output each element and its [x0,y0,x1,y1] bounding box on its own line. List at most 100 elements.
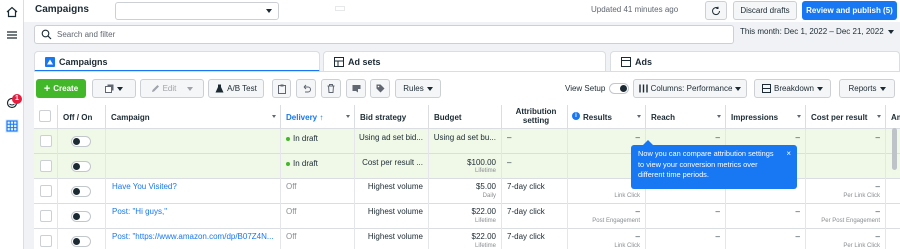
tooltip-text: Now you can compare attribution settings… [638,149,774,179]
sort-caret-icon [717,115,721,118]
header-amount-spent[interactable]: Am [886,105,900,129]
chevron-down-icon [887,29,894,34]
review-publish-button[interactable]: Review and publish (5) [802,1,897,20]
row-checkbox[interactable] [40,185,52,197]
view-setup-toggle[interactable] [609,83,629,94]
attribution-cell: – [502,129,568,154]
row-select [34,229,58,249]
cost-cell [806,154,886,179]
header-impressions[interactable]: Impressions [726,105,806,129]
attribution-cell: – [502,154,568,179]
tab-ads[interactable]: Ads [610,51,900,72]
discard-drafts-button[interactable]: Discard drafts [733,1,797,20]
reports-button[interactable]: Reports [839,79,895,98]
header-label: Bid strategy [360,113,407,122]
campaign-cell: Post: "https://www.amazon.com/dp/B07Z4N.… [106,229,281,249]
tag-button[interactable] [370,79,390,98]
columns-icon [638,84,648,93]
duplicate-button[interactable] [92,79,136,98]
chevron-down-icon [817,86,824,91]
refresh-button[interactable] [705,1,727,20]
off-on-cell [58,129,106,154]
campaign-toggle[interactable] [71,161,91,172]
campaign-toggle[interactable] [71,236,91,247]
campaign-name[interactable]: Have You Visited? [112,182,177,191]
header-campaign[interactable]: Campaign [106,105,281,129]
tab-ad-sets[interactable]: Ad sets [323,51,606,72]
edit-label: Edit [162,84,177,93]
rules-button[interactable]: Rules [395,79,441,98]
left-rail: 1 [0,0,24,249]
stamp-icon [352,85,360,93]
clipboard-button[interactable] [272,79,291,98]
bid-cell: Highest volume [355,204,429,229]
campaign-toggle[interactable] [71,186,91,197]
search-placeholder: Search and filter [57,30,116,39]
ads-manager-grid-icon[interactable] [5,119,19,133]
delivery-cell: Off [281,179,355,204]
campaign-toggle[interactable] [71,211,91,222]
breakdown-button[interactable]: Breakdown [754,79,831,98]
header-label: Off / On [63,113,93,122]
row-checkbox[interactable] [40,160,52,172]
cost-type: Per Link Click [843,193,880,199]
campaign-name[interactable]: Post: "https://www.amazon.com/dp/B07Z4N.… [112,232,274,241]
preview-button[interactable] [346,79,366,98]
header-results[interactable]: i Results [568,105,646,129]
table-scrollbar[interactable] [892,128,897,170]
search-input[interactable]: Search and filter [34,25,734,44]
row-select [34,129,58,154]
campaign-toggle[interactable] [71,136,91,147]
results-value: – [635,232,640,241]
bid-cell: Highest volume [355,229,429,249]
header-budget[interactable]: Budget [429,105,502,129]
edit-button[interactable]: Edit [140,79,204,98]
create-button[interactable]: + Create [36,79,86,98]
table-row[interactable]: Post: "https://www.amazon.com/dp/B07Z4N.… [34,229,900,249]
row-checkbox[interactable] [40,210,52,222]
header-reach[interactable]: Reach [646,105,726,129]
cost-cell: – Per Link Click [806,179,886,204]
header-bid-strategy[interactable]: Bid strategy [355,105,429,129]
table-row[interactable]: Post: "Hi guys," Off Highest volume $22.… [34,204,900,229]
tab-campaigns[interactable]: Campaigns [34,51,320,72]
row-checkbox[interactable] [40,135,52,147]
row-checkbox[interactable] [40,235,52,247]
undo-button[interactable] [296,79,316,98]
campaign-name[interactable]: Post: "Hi guys," [112,207,167,216]
ab-test-button[interactable]: A/B Test [208,79,264,98]
results-type: Link Click [614,243,640,249]
campaign-cell: Have You Visited? [106,179,281,204]
clipboard-icon [277,84,286,94]
delivery-cell: Off [281,204,355,229]
header-delivery[interactable]: Delivery ↑ [281,105,355,129]
header-attribution[interactable]: Attribution setting [502,105,568,129]
toggle-knob [73,138,80,145]
header-cost-per-result[interactable]: Cost per result [806,105,886,129]
delete-button[interactable] [321,79,341,98]
budget-cell: $5.00 Daily [429,179,502,204]
date-range-picker[interactable]: This month: Dec 1, 2022 – Dec 21, 2022 [740,27,894,36]
menu-icon[interactable] [5,28,19,42]
sort-caret-icon [272,115,276,118]
attribution-cell: 7-day click [502,204,568,229]
budget-cell: $22.00 Lifetime [429,229,502,249]
columns-button[interactable]: Columns: Performance [633,79,747,98]
updated-status: Updated 41 minutes ago [591,5,679,14]
budget-value: $22.00 [471,207,496,216]
cost-value: – [875,133,880,142]
home-icon[interactable] [5,5,19,19]
results-cell: – Link Click [568,229,646,249]
budget-type: Lifetime [474,218,496,224]
decorative-box [335,6,345,11]
campaign-selector[interactable] [115,2,279,20]
reports-label: Reports [848,84,877,93]
select-all-checkbox[interactable] [39,110,51,122]
close-icon[interactable]: × [786,149,791,160]
budget-value: $5.00 [475,182,496,191]
cost-value: – [875,182,880,191]
info-icon: i [572,112,580,120]
header-off-on[interactable]: Off / On [58,105,106,129]
off-on-cell [58,154,106,179]
reach-value: – [715,133,720,142]
